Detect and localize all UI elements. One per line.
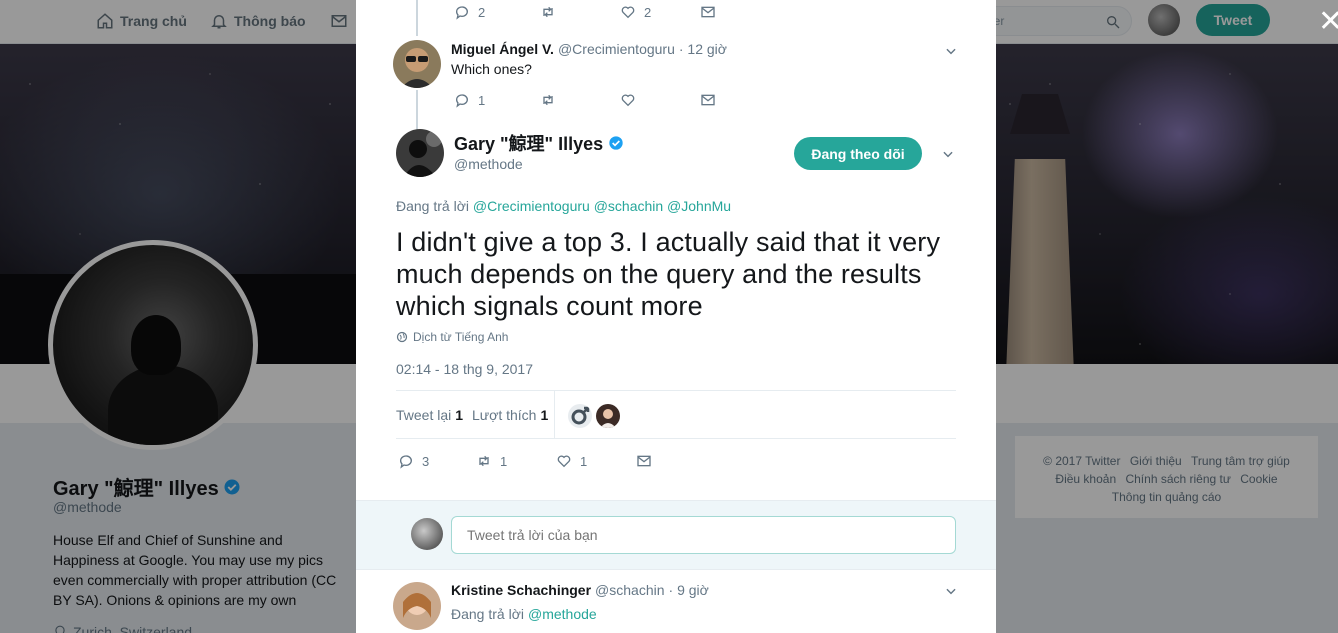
translate-label: Dịch từ Tiếng Anh (413, 330, 509, 344)
avatar-miguel-image (393, 40, 441, 88)
retweet-action[interactable] (540, 92, 620, 108)
kristine-tweet-header: Kristine Schachinger @schachin · 9 giờ (451, 582, 709, 598)
prev-tweet-actions: 2 2 (454, 4, 716, 20)
replying-to-prefix: Đang trả lời (396, 198, 469, 214)
thread-line-mid (416, 90, 418, 130)
miguel-time[interactable]: · 12 giờ (679, 41, 727, 57)
kristine-reply-mention[interactable]: @methode (528, 606, 597, 622)
retweet-action[interactable]: 1 (476, 453, 556, 469)
message-action[interactable] (700, 4, 716, 20)
heart-icon (621, 94, 635, 107)
miguel-handle[interactable]: @Crecimientoguru (558, 41, 675, 57)
stats-divider (554, 391, 555, 438)
chevron-down-icon[interactable] (944, 584, 958, 598)
composer-avatar (411, 518, 443, 550)
avatar-gary-image (396, 129, 444, 177)
reply-icon (455, 6, 468, 20)
replying-to: Đang trả lời @Crecimientoguru @schachin … (396, 198, 731, 214)
miguel-tweet-header: Miguel Ángel V. @Crecimientoguru · 12 gi… (451, 41, 727, 57)
message-action[interactable] (636, 453, 652, 469)
miguel-tweet-actions: 1 (454, 92, 716, 108)
retweet-icon (543, 6, 553, 18)
reply-action[interactable]: 2 (454, 4, 540, 20)
heart-icon (557, 455, 571, 468)
kristine-replying-to: Đang trả lời @methode (451, 606, 597, 622)
tweet-stats: Tweet lại 1 Lượt thích 1 (396, 390, 956, 439)
thread-line-top (416, 0, 418, 36)
envelope-icon (701, 94, 715, 106)
miguel-tweet-text: Which ones? (451, 61, 532, 77)
kristine-name[interactable]: Kristine Schachinger (451, 582, 591, 598)
envelope-icon (637, 455, 651, 467)
like-stat[interactable]: Lượt thích 1 (472, 407, 548, 423)
avatar-kristine[interactable] (393, 582, 441, 630)
tweet-timestamp[interactable]: 02:14 - 18 thg 9, 2017 (396, 361, 533, 377)
translate-link[interactable]: Dịch từ Tiếng Anh (396, 330, 508, 344)
miguel-name[interactable]: Miguel Ángel V. (451, 41, 554, 57)
main-author-name[interactable]: Gary "鯨理" Illyes (454, 130, 624, 156)
reply-count: 3 (422, 453, 430, 469)
replying-to-mentions[interactable]: @Crecimientoguru @schachin @JohnMu (473, 198, 731, 214)
retweet-stat-label: Tweet lại (396, 407, 452, 423)
like-count: 2 (644, 4, 652, 20)
like-stat-count: 1 (540, 407, 549, 423)
kristine-handle[interactable]: @schachin (595, 582, 664, 598)
main-author-handle[interactable]: @methode (454, 156, 523, 172)
liker-avatar-2-image (596, 404, 620, 428)
reply-count: 1 (478, 92, 486, 108)
avatar-gary[interactable] (396, 129, 444, 177)
following-button[interactable]: Đang theo dõi (794, 137, 922, 170)
tweet-modal: 2 2 Miguel Ángel V. @Crecimientoguru · 1… (356, 0, 996, 633)
like-action[interactable]: 2 (620, 4, 700, 20)
close-modal-button[interactable]: ✕ (1318, 7, 1338, 37)
main-tweet-actions: 3 1 1 (398, 453, 652, 469)
like-count: 1 (580, 453, 588, 469)
heart-icon (621, 6, 635, 19)
message-action[interactable] (700, 92, 716, 108)
avatar-miguel[interactable] (393, 40, 441, 88)
retweet-stat-count: 1 (455, 407, 464, 423)
liker-avatar-2[interactable] (596, 404, 620, 428)
like-stat-label: Lượt thích (472, 407, 537, 423)
reply-count: 2 (478, 4, 486, 20)
main-author-name-text: Gary "鯨理" Illyes (454, 134, 604, 154)
retweet-count: 1 (500, 453, 508, 469)
kristine-time[interactable]: · 9 giờ (669, 582, 709, 598)
verified-badge-icon (609, 136, 623, 150)
retweet-icon (479, 455, 489, 467)
like-action[interactable]: 1 (556, 453, 636, 469)
kristine-reply-prefix: Đang trả lời (451, 606, 524, 622)
retweet-stat[interactable]: Tweet lại 1 (396, 407, 463, 423)
reply-icon (455, 94, 468, 108)
liker-avatar-1[interactable] (568, 404, 592, 428)
liker-avatar-1-image (568, 404, 592, 428)
envelope-icon (701, 6, 715, 18)
reply-action[interactable]: 1 (454, 92, 540, 108)
retweet-action[interactable] (540, 4, 620, 20)
retweet-icon (543, 94, 553, 106)
globe-icon (396, 331, 408, 343)
reply-icon (399, 455, 412, 469)
main-tweet-text: I didn't give a top 3. I actually said t… (396, 227, 941, 321)
reply-action[interactable]: 3 (398, 453, 476, 469)
avatar-kristine-image (393, 582, 441, 630)
chevron-down-icon[interactable] (941, 147, 955, 161)
reply-input[interactable] (451, 516, 956, 554)
like-action[interactable] (620, 92, 700, 108)
chevron-down-icon[interactable] (944, 44, 958, 58)
